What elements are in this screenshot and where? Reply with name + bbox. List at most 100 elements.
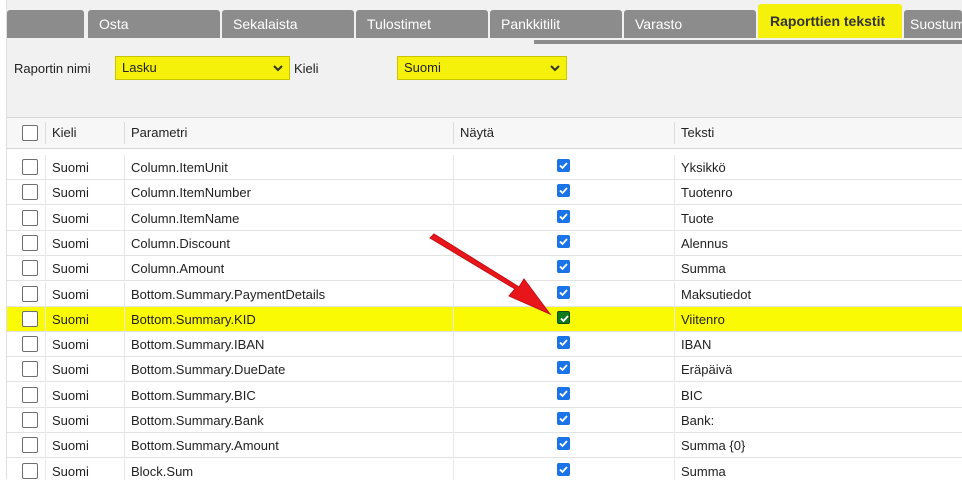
report-name-select[interactable]: Lasku (115, 56, 290, 80)
table-row[interactable]: Suomi Bottom.Summary.PaymentDetails Maksut… (7, 281, 962, 307)
row-kieli: Suomi (52, 261, 89, 277)
column-separator (674, 155, 675, 179)
column-separator (453, 458, 454, 480)
nayta-checkbox[interactable] (557, 285, 570, 299)
row-select-checkbox[interactable] (22, 336, 38, 353)
row-parametri: Column.ItemNumber (131, 185, 251, 201)
row-select-checkbox[interactable] (22, 437, 38, 454)
row-select-checkbox[interactable] (22, 234, 38, 251)
tab-underline (534, 40, 962, 44)
column-separator (45, 256, 46, 281)
row-teksti: BIC (681, 387, 703, 403)
nayta-checkbox[interactable] (557, 159, 570, 172)
checkmark-icon (559, 465, 568, 473)
row-parametri: Bottom.Summary.KID (131, 311, 256, 327)
column-separator (124, 382, 125, 407)
nayta-checkbox[interactable] (557, 386, 570, 400)
row-teksti: Viitenro (681, 311, 725, 327)
tab-blank[interactable] (7, 10, 84, 38)
column-separator (453, 205, 454, 230)
column-separator (45, 230, 46, 255)
checkmark-icon (559, 364, 568, 372)
column-header-teksti[interactable]: Teksti (681, 118, 714, 148)
column-separator (45, 306, 46, 331)
row-select-checkbox[interactable] (22, 184, 38, 201)
nayta-checkbox[interactable] (557, 310, 570, 324)
nayta-checkbox[interactable] (557, 184, 570, 198)
tab-raporttien-tekstit[interactable]: Raporttien tekstit (758, 4, 902, 38)
tab-osta[interactable]: Osta (88, 10, 220, 38)
table-row[interactable]: Suomi Column.ItemNumber Tuotenro (7, 180, 962, 206)
checkmark-icon (559, 238, 568, 246)
column-header-parametri[interactable]: Parametri (131, 118, 187, 148)
checkmark-icon (559, 263, 568, 271)
grid-body: Suomi Column.ItemUnit Yksikkö Suomi Column.I… (7, 149, 962, 480)
row-select-checkbox[interactable] (22, 310, 38, 327)
table-row[interactable]: Suomi Bottom.Summary.Bank Bank: (7, 408, 962, 433)
select-all-checkbox[interactable] (22, 125, 38, 141)
tab-tulostimet[interactable]: Tulostimet (356, 10, 488, 38)
row-teksti: Alennus (681, 235, 728, 251)
checkmark-icon (559, 187, 568, 195)
column-separator (674, 382, 675, 407)
nayta-checkbox[interactable] (557, 260, 570, 274)
tab-suostumus[interactable]: Suostum (904, 10, 962, 38)
row-parametri: Bottom.Summary.Amount (131, 438, 279, 454)
column-separator (45, 281, 46, 306)
column-header-nayta[interactable]: Näytä (460, 118, 494, 148)
table-row[interactable]: Suomi Bottom.Summary.DueDate Eräpäivä (7, 357, 962, 383)
row-select-checkbox[interactable] (22, 159, 38, 175)
table-row[interactable]: Suomi Bottom.Summary.BIC BIC (7, 382, 962, 408)
tab-varasto[interactable]: Varasto (624, 10, 756, 38)
row-kieli: Suomi (52, 463, 89, 479)
row-teksti: Maksutiedot (681, 286, 752, 302)
row-teksti: Bank: (681, 413, 715, 428)
row-kieli: Suomi (52, 210, 89, 226)
nayta-checkbox[interactable] (557, 361, 570, 375)
table-row[interactable]: Suomi Block.Sum Summa (7, 458, 962, 480)
tab-sekalaista[interactable]: Sekalaista (222, 10, 354, 38)
row-parametri: Bottom.Summary.Bank (131, 413, 264, 428)
tab-pankkitilit[interactable]: Pankkitilit (490, 10, 622, 38)
column-separator (124, 408, 125, 432)
language-select[interactable]: Suomi (397, 56, 567, 80)
column-separator (453, 230, 454, 255)
table-row[interactable]: Suomi Column.ItemName Tuote (7, 205, 962, 231)
nayta-checkbox[interactable] (557, 234, 570, 248)
row-select-checkbox[interactable] (22, 361, 38, 378)
nayta-checkbox[interactable] (557, 412, 570, 425)
row-select-checkbox[interactable] (22, 285, 38, 302)
header-separator (45, 122, 46, 144)
table-row[interactable]: Suomi Bottom.Summary.Amount Summa {0} (7, 433, 962, 459)
column-separator (45, 382, 46, 407)
table-row-highlighted[interactable]: Suomi Bottom.Summary.KID Viitenro (7, 306, 962, 332)
table-row[interactable]: Suomi Bottom.Summary.IBAN IBAN (7, 332, 962, 358)
column-separator (45, 332, 46, 357)
checkmark-icon (559, 162, 568, 170)
table-row[interactable]: Suomi Column.ItemUnit Yksikkö (7, 155, 962, 180)
column-separator (45, 205, 46, 230)
nayta-checkbox[interactable] (557, 336, 570, 350)
row-select-checkbox[interactable] (22, 462, 38, 479)
row-select-checkbox[interactable] (22, 386, 38, 403)
table-row[interactable]: Suomi Column.Discount Alennus (7, 230, 962, 256)
row-select-checkbox[interactable] (22, 209, 38, 226)
column-separator (453, 306, 454, 331)
nayta-checkbox[interactable] (557, 437, 570, 451)
row-parametri: Column.Discount (131, 235, 230, 251)
column-separator (45, 155, 46, 179)
nayta-checkbox[interactable] (557, 209, 570, 223)
row-parametri: Column.Amount (131, 261, 225, 277)
nayta-checkbox[interactable] (557, 462, 570, 476)
header-separator (674, 122, 675, 144)
column-separator (45, 180, 46, 205)
column-separator (124, 230, 125, 255)
column-separator (453, 155, 454, 179)
row-parametri: Column.ItemUnit (131, 160, 228, 175)
row-parametri: Bottom.Summary.DueDate (131, 362, 286, 378)
row-select-checkbox[interactable] (22, 260, 38, 277)
row-select-checkbox[interactable] (22, 412, 38, 428)
table-row[interactable]: Suomi Column.Amount Summa (7, 256, 962, 282)
column-header-kieli[interactable]: Kieli (52, 118, 77, 148)
column-separator (124, 205, 125, 230)
